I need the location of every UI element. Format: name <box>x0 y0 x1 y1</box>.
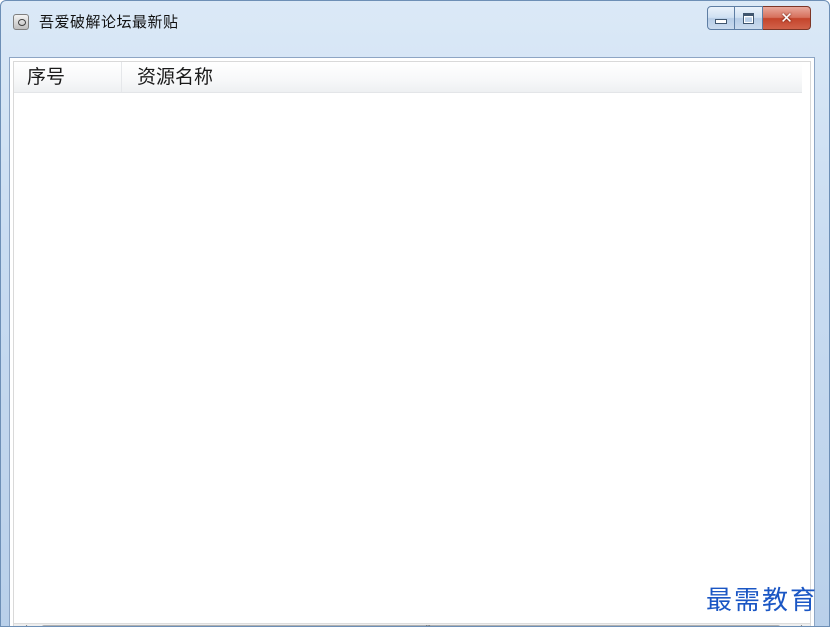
close-icon: ✕ <box>780 8 793 27</box>
minimize-icon <box>715 19 727 24</box>
minimize-button[interactable] <box>707 6 735 30</box>
maximize-icon <box>743 12 754 24</box>
window-title: 吾爱破解论坛最新贴 <box>39 13 179 31</box>
window-controls: ✕ <box>707 6 811 30</box>
app-icon[interactable] <box>13 14 29 30</box>
close-button[interactable]: ✕ <box>763 6 811 30</box>
column-header-index[interactable]: 序号 <box>14 62 122 92</box>
list-header: 序号 资源名称 <box>14 62 802 93</box>
maximize-button[interactable] <box>735 6 763 30</box>
title-bar[interactable]: 吾爱破解论坛最新贴 ✕ <box>1 1 829 51</box>
watermark-text: 最需教育 <box>706 586 819 616</box>
app-window: 吾爱破解论坛最新贴 ✕ 序号 资源名称 ‹ ||| › <box>0 0 830 627</box>
client-area: 序号 资源名称 ‹ ||| › <box>9 57 815 626</box>
post-list-view[interactable]: 序号 资源名称 ‹ ||| › <box>13 61 811 626</box>
column-header-resource-name[interactable]: 资源名称 <box>122 62 802 92</box>
horizontal-scrollbar[interactable]: ‹ ||| › <box>14 623 810 626</box>
